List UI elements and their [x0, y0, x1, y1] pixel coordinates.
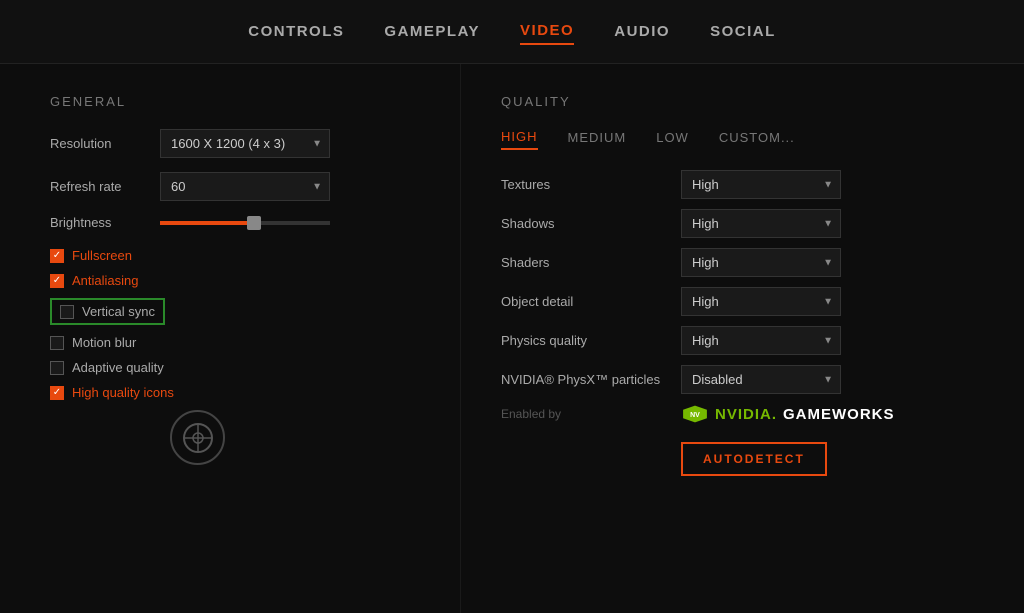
motion-blur-row[interactable]: Motion blur: [50, 335, 410, 350]
physx-select-wrapper: Disabled ▼: [681, 365, 841, 394]
textures-select[interactable]: High: [681, 170, 841, 199]
top-navigation: CONTROLS GAMEPLAY VIDEO AUDIO SOCIAL: [0, 0, 1024, 64]
brightness-slider-track[interactable]: [160, 221, 330, 225]
textures-label: Textures: [501, 177, 681, 192]
resolution-select-wrapper: 1600 X 1200 (4 x 3) ▼: [160, 129, 330, 158]
quality-title: QUALITY: [501, 94, 984, 109]
textures-row: Textures High ▼: [501, 170, 984, 199]
refresh-rate-label: Refresh rate: [50, 179, 160, 194]
quality-presets: HIGH MEDIUM LOW CUSTOM...: [501, 129, 984, 150]
shaders-row: Shaders High ▼: [501, 248, 984, 277]
fullscreen-checkbox[interactable]: [50, 249, 64, 263]
physx-row: NVIDIA® PhysX™ particles Disabled ▼: [501, 365, 984, 394]
adaptive-quality-row[interactable]: Adaptive quality: [50, 360, 410, 375]
gamepad-area: [170, 410, 410, 465]
antialiasing-checkbox[interactable]: [50, 274, 64, 288]
nav-controls[interactable]: CONTROLS: [248, 19, 344, 44]
shaders-select-wrapper: High ▼: [681, 248, 841, 277]
refresh-rate-row: Refresh rate 60 ▼: [50, 172, 410, 201]
nvidia-text: NVIDIA.: [715, 406, 777, 423]
brightness-slider-fill: [160, 221, 254, 225]
general-panel: GENERAL Resolution 1600 X 1200 (4 x 3) ▼…: [0, 64, 460, 613]
object-detail-select-wrapper: High ▼: [681, 287, 841, 316]
shaders-select[interactable]: High: [681, 248, 841, 277]
physics-quality-label: Physics quality: [501, 333, 681, 348]
nvidia-row: Enabled by NV NVIDIA. GAMEWORKS: [501, 404, 984, 424]
antialiasing-label: Antialiasing: [72, 273, 139, 288]
preset-low[interactable]: LOW: [656, 130, 689, 149]
nav-video[interactable]: VIDEO: [520, 18, 574, 45]
object-detail-label: Object detail: [501, 294, 681, 309]
shadows-select-wrapper: High ▼: [681, 209, 841, 238]
physics-quality-select[interactable]: High: [681, 326, 841, 355]
resolution-label: Resolution: [50, 136, 160, 151]
nav-audio[interactable]: AUDIO: [614, 19, 670, 44]
fullscreen-row[interactable]: Fullscreen: [50, 248, 410, 263]
physics-quality-row: Physics quality High ▼: [501, 326, 984, 355]
hq-icons-checkbox[interactable]: [50, 386, 64, 400]
adaptive-quality-label: Adaptive quality: [72, 360, 164, 375]
preset-custom[interactable]: CUSTOM...: [719, 130, 795, 149]
vsync-row[interactable]: Vertical sync: [50, 298, 165, 325]
physics-quality-select-wrapper: High ▼: [681, 326, 841, 355]
preset-high[interactable]: HIGH: [501, 129, 538, 150]
vsync-label: Vertical sync: [82, 304, 155, 319]
adaptive-quality-checkbox[interactable]: [50, 361, 64, 375]
textures-select-wrapper: High ▼: [681, 170, 841, 199]
main-content: GENERAL Resolution 1600 X 1200 (4 x 3) ▼…: [0, 64, 1024, 613]
svg-text:NV: NV: [690, 412, 700, 419]
hq-icons-label: High quality icons: [72, 385, 174, 400]
brightness-row: Brightness: [50, 215, 410, 230]
shadows-label: Shadows: [501, 216, 681, 231]
object-detail-row: Object detail High ▼: [501, 287, 984, 316]
refresh-select-wrapper: 60 ▼: [160, 172, 330, 201]
refresh-rate-select[interactable]: 60: [160, 172, 330, 201]
brightness-label: Brightness: [50, 215, 160, 230]
physx-label: NVIDIA® PhysX™ particles: [501, 372, 681, 387]
resolution-row: Resolution 1600 X 1200 (4 x 3) ▼: [50, 129, 410, 158]
motion-blur-label: Motion blur: [72, 335, 136, 350]
gamepad-icon: [170, 410, 225, 465]
quality-panel: QUALITY HIGH MEDIUM LOW CUSTOM... Textur…: [460, 64, 1024, 613]
fullscreen-label: Fullscreen: [72, 248, 132, 263]
resolution-select[interactable]: 1600 X 1200 (4 x 3): [160, 129, 330, 158]
nvidia-logo: NV NVIDIA. GAMEWORKS: [681, 404, 895, 424]
preset-medium[interactable]: MEDIUM: [568, 130, 627, 149]
nvidia-shield-icon: NV: [681, 404, 709, 424]
enabled-by-label: Enabled by: [501, 407, 681, 421]
vsync-checkbox[interactable]: [60, 305, 74, 319]
object-detail-select[interactable]: High: [681, 287, 841, 316]
brightness-slider-thumb[interactable]: [247, 216, 261, 230]
autodetect-button[interactable]: AUTODETECT: [681, 442, 827, 476]
physx-select[interactable]: Disabled: [681, 365, 841, 394]
antialiasing-row[interactable]: Antialiasing: [50, 273, 410, 288]
nav-gameplay[interactable]: GAMEPLAY: [384, 19, 480, 44]
shadows-row: Shadows High ▼: [501, 209, 984, 238]
gameworks-text: GAMEWORKS: [783, 406, 895, 423]
nav-social[interactable]: SOCIAL: [710, 19, 776, 44]
hq-icons-row[interactable]: High quality icons: [50, 385, 410, 400]
shaders-label: Shaders: [501, 255, 681, 270]
general-title: GENERAL: [50, 94, 410, 109]
shadows-select[interactable]: High: [681, 209, 841, 238]
motion-blur-checkbox[interactable]: [50, 336, 64, 350]
